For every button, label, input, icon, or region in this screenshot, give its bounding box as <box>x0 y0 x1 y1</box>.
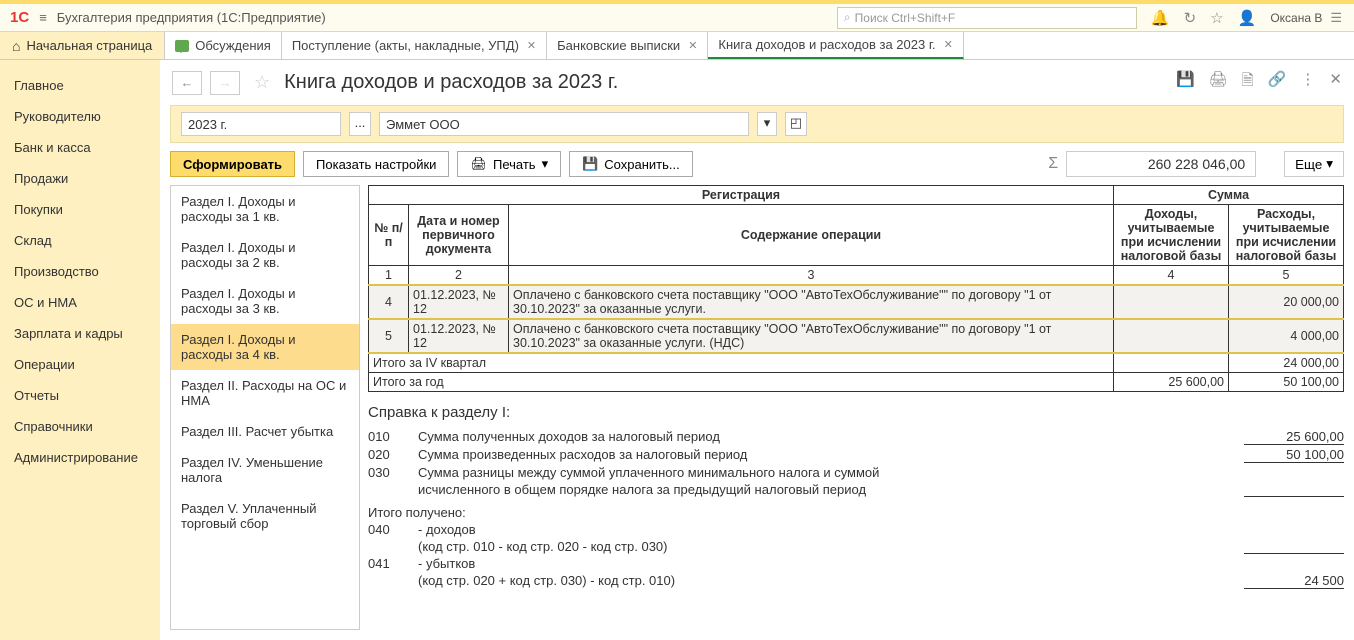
more-button[interactable]: Еще▾ <box>1284 151 1344 177</box>
th-expense: Расходы, учитываемые при исчислении нало… <box>1229 205 1344 266</box>
th-registration: Регистрация <box>369 186 1114 205</box>
nav-main[interactable]: Главное <box>0 70 160 101</box>
year-input[interactable]: 2023 г. <box>181 112 341 136</box>
total-q4: Итого за IV квартал 24 000,00 <box>369 353 1344 373</box>
th-content: Содержание операции <box>509 205 1114 266</box>
table-row[interactable]: 4 01.12.2023, № 12 Оплачено с банковског… <box>369 285 1344 319</box>
sum-icon[interactable]: Σ <box>1048 155 1058 173</box>
close-icon[interactable]: ✕ <box>944 38 953 51</box>
ref-line-030: 030Сумма разницы между суммой уплаченног… <box>368 465 1344 480</box>
org-dropdown-icon[interactable]: ▾ <box>757 112 777 136</box>
more-icon[interactable]: ⋮ <box>1300 70 1315 95</box>
user-name[interactable]: Оксана В <box>1270 11 1322 25</box>
close-page-icon[interactable]: ✕ <box>1329 70 1342 95</box>
link-icon[interactable]: 🔗 <box>1268 70 1287 95</box>
section-q4[interactable]: Раздел I. Доходы и расходы за 4 кв. <box>171 324 359 370</box>
close-icon[interactable]: ✕ <box>688 39 697 52</box>
preview-icon[interactable]: 🗎 <box>1242 70 1254 95</box>
nav-warehouse[interactable]: Склад <box>0 225 160 256</box>
nav-refs[interactable]: Справочники <box>0 411 160 442</box>
tab-kudir[interactable]: Книга доходов и расходов за 2023 г.✕ <box>708 32 963 59</box>
org-open-button[interactable]: ◰ <box>785 112 807 136</box>
tab-discussions[interactable]: Обсуждения <box>165 32 282 59</box>
sum-display: 260 228 046,00 <box>1066 151 1256 177</box>
ref-line-041: 041- убытков <box>368 556 1344 571</box>
nav-salary[interactable]: Зарплата и кадры <box>0 318 160 349</box>
section-3[interactable]: Раздел III. Расчет убытка <box>171 416 359 447</box>
nav-manager[interactable]: Руководителю <box>0 101 160 132</box>
save-button[interactable]: 💾Сохранить... <box>569 151 693 177</box>
toolbar: Сформировать Показать настройки 🖨Печать▾… <box>160 143 1354 185</box>
bell-icon[interactable]: 🔔 <box>1151 9 1170 27</box>
ref-title: Справка к разделу I: <box>368 404 1344 421</box>
nav-reports[interactable]: Отчеты <box>0 380 160 411</box>
tab-home[interactable]: ⌂Начальная страница <box>0 32 165 59</box>
settings-button[interactable]: Показать настройки <box>303 151 449 177</box>
th-income: Доходы, учитываемые при исчислении налог… <box>1114 205 1229 266</box>
th-doc: Дата и номер первичного документа <box>409 205 509 266</box>
org-input[interactable]: Эммет ООО <box>379 112 749 136</box>
report-table: Регистрация Сумма № п/п Дата и номер пер… <box>368 185 1344 392</box>
nav-purchases[interactable]: Покупки <box>0 194 160 225</box>
ref-line-040: 040- доходов <box>368 522 1344 537</box>
home-icon: ⌂ <box>12 38 20 54</box>
section-2[interactable]: Раздел II. Расходы на ОС и НМА <box>171 370 359 416</box>
page-title: Книга доходов и расходов за 2023 г. <box>284 71 618 94</box>
print-icon[interactable]: 🖨 <box>1209 70 1228 95</box>
disk-icon: 💾 <box>582 156 598 172</box>
star-icon[interactable]: ☆ <box>1210 9 1223 27</box>
chat-icon <box>175 40 189 52</box>
history-icon[interactable]: ↻ <box>1184 9 1197 27</box>
section-q1[interactable]: Раздел I. Доходы и расходы за 1 кв. <box>171 186 359 232</box>
tab-bank[interactable]: Банковские выписки✕ <box>547 32 708 59</box>
nav-production[interactable]: Производство <box>0 256 160 287</box>
print-button[interactable]: 🖨Печать▾ <box>457 151 561 177</box>
th-no: № п/п <box>369 205 409 266</box>
section-q2[interactable]: Раздел I. Доходы и расходы за 2 кв. <box>171 232 359 278</box>
back-button[interactable]: ← <box>172 71 202 95</box>
favorite-icon[interactable]: ☆ <box>254 72 270 93</box>
nav-sales[interactable]: Продажи <box>0 163 160 194</box>
logo-1c: 1C <box>10 9 29 26</box>
nav-admin[interactable]: Администрирование <box>0 442 160 473</box>
sections-list[interactable]: Раздел I. Доходы и расходы за 1 кв. Разд… <box>170 185 360 630</box>
app-header: 1C ≡ Бухгалтерия предприятия (1С:Предпри… <box>0 4 1354 32</box>
th-sum: Сумма <box>1114 186 1344 205</box>
left-nav: Главное Руководителю Банк и касса Продаж… <box>0 60 160 640</box>
ref-line-020: 020Сумма произведенных расходов за налог… <box>368 447 1344 463</box>
nav-assets[interactable]: ОС и НМА <box>0 287 160 318</box>
form-button[interactable]: Сформировать <box>170 151 295 177</box>
printer-icon: 🖨 <box>470 156 487 172</box>
ref-got: Итого получено: <box>368 505 1344 520</box>
close-icon[interactable]: ✕ <box>527 39 536 52</box>
nav-operations[interactable]: Операции <box>0 349 160 380</box>
save-icon[interactable]: 💾 <box>1176 70 1195 95</box>
report-body[interactable]: Регистрация Сумма № п/п Дата и номер пер… <box>368 185 1344 630</box>
nav-bank[interactable]: Банк и касса <box>0 132 160 163</box>
menu-icon[interactable]: ≡ <box>39 10 47 25</box>
user-icon[interactable]: 👤 <box>1238 9 1257 27</box>
section-4[interactable]: Раздел IV. Уменьшение налога <box>171 447 359 493</box>
tab-row: ⌂Начальная страница Обсуждения Поступлен… <box>0 32 1354 60</box>
app-title: Бухгалтерия предприятия (1С:Предприятие) <box>57 10 326 25</box>
year-picker-button[interactable]: ... <box>349 112 371 136</box>
total-year: Итого за год 25 600,00 50 100,00 <box>369 373 1344 392</box>
filter-bar: 2023 г. ... Эммет ООО ▾ ◰ <box>170 105 1344 143</box>
forward-button: → <box>210 71 240 95</box>
tab-receipts[interactable]: Поступление (акты, накладные, УПД)✕ <box>282 32 547 59</box>
section-q3[interactable]: Раздел I. Доходы и расходы за 3 кв. <box>171 278 359 324</box>
ref-line-010: 010Сумма полученных доходов за налоговый… <box>368 429 1344 445</box>
table-row[interactable]: 5 01.12.2023, № 12 Оплачено с банковског… <box>369 319 1344 353</box>
search-input[interactable]: ⌕Поиск Ctrl+Shift+F <box>837 7 1137 29</box>
user-dropdown-icon[interactable]: ☰ <box>1330 10 1342 26</box>
section-5[interactable]: Раздел V. Уплаченный торговый сбор <box>171 493 359 539</box>
